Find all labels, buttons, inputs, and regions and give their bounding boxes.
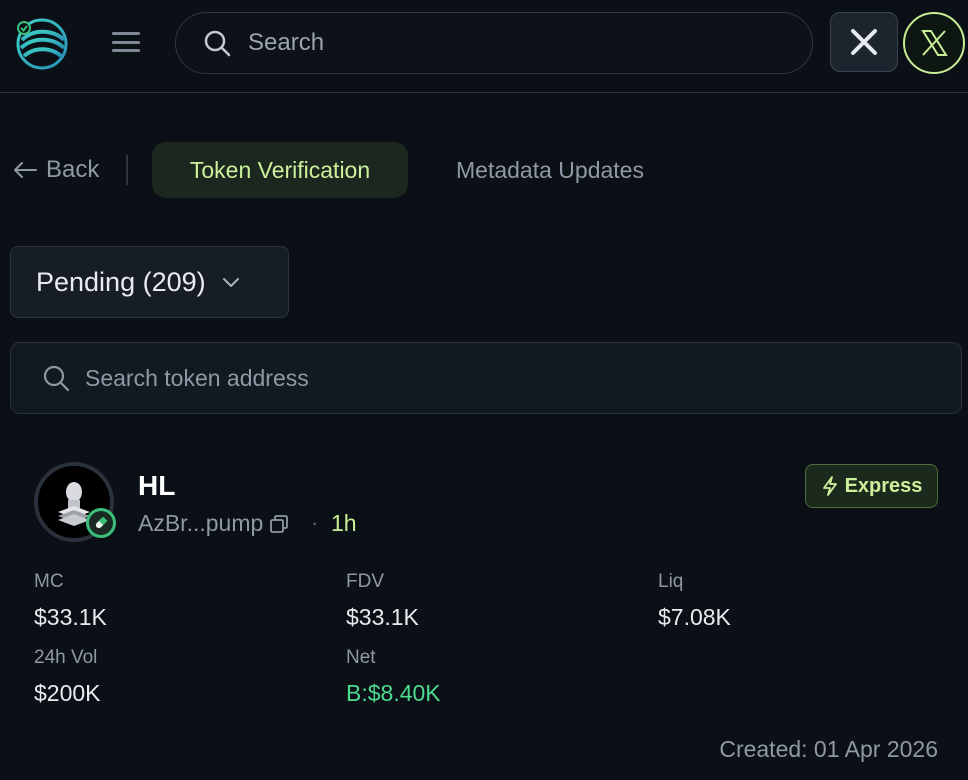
- separator-dot: ·: [311, 510, 319, 535]
- express-badge[interactable]: Express: [805, 464, 938, 508]
- search-icon: [43, 365, 70, 392]
- token-avatar[interactable]: [34, 462, 116, 542]
- fdv-label: FDV: [346, 571, 384, 592]
- token-search[interactable]: [10, 342, 962, 414]
- divider: [126, 155, 128, 185]
- net-value: B:$8.40K: [346, 680, 441, 706]
- status-filter-dropdown[interactable]: Pending (209): [10, 246, 289, 318]
- chevron-down-icon: [222, 278, 239, 287]
- search-icon: [204, 30, 231, 57]
- copy-icon[interactable]: [269, 514, 289, 534]
- vol-label: 24h Vol: [34, 647, 98, 668]
- token-age: 1h: [331, 510, 357, 536]
- pill-icon: [86, 508, 116, 538]
- arrow-left-icon: [14, 162, 37, 178]
- logo-icon[interactable]: [14, 18, 70, 70]
- created-date: Created: 01 Apr 2026: [719, 736, 938, 762]
- menu-icon[interactable]: [110, 28, 142, 56]
- back-label: Back: [46, 156, 100, 183]
- global-search[interactable]: [175, 12, 813, 74]
- top-bar: [0, 0, 968, 93]
- mc-label: MC: [34, 571, 64, 592]
- x-profile-button[interactable]: [903, 12, 965, 74]
- x-logo-icon: [851, 29, 877, 55]
- liq-label: Liq: [658, 571, 684, 592]
- x-button[interactable]: [830, 12, 898, 72]
- token-address-text: AzBr...pump: [138, 510, 264, 536]
- token-address: AzBr...pump: [138, 510, 289, 537]
- net-label: Net: [346, 647, 376, 668]
- fdv-value: $33.1K: [346, 604, 419, 630]
- back-button[interactable]: Back: [12, 150, 99, 190]
- tab-token-verification[interactable]: Token Verification: [152, 142, 408, 198]
- x-logo-icon: [921, 30, 948, 56]
- token-address-input[interactable]: [85, 364, 885, 392]
- token-name[interactable]: HL: [138, 470, 175, 502]
- mc-value: $33.1K: [34, 604, 107, 630]
- tab-metadata-updates[interactable]: Metadata Updates: [456, 142, 644, 198]
- vol-value: $200K: [34, 680, 101, 706]
- liq-value: $7.08K: [658, 604, 731, 630]
- search-input[interactable]: [248, 29, 768, 57]
- lightning-icon: [822, 476, 837, 496]
- express-label: Express: [844, 474, 923, 497]
- status-filter-label: Pending (209): [36, 266, 206, 297]
